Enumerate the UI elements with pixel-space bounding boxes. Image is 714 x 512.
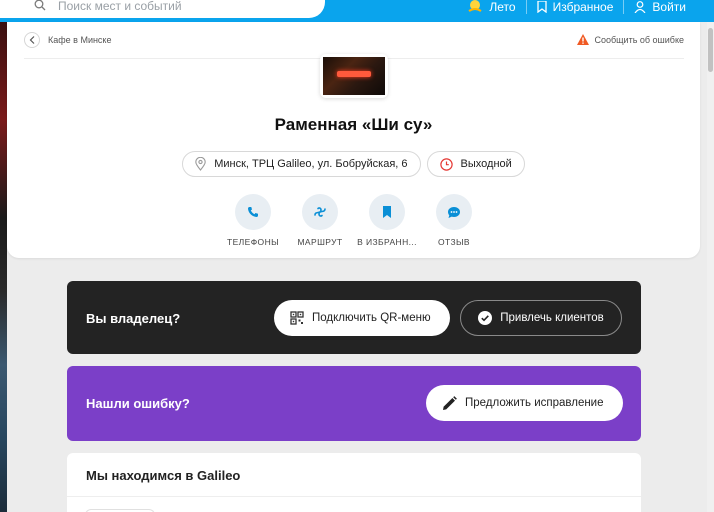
bookmark-icon: [383, 206, 391, 218]
qr-code-icon: [290, 311, 304, 325]
user-icon: [634, 1, 646, 13]
nav-login[interactable]: Войти: [623, 0, 696, 14]
connect-qr-menu-button[interactable]: Подключить QR-меню: [274, 300, 450, 336]
search-icon: [34, 0, 46, 11]
top-header-bar: Поиск мест и событий Лето Избранное Войт…: [0, 0, 714, 22]
header-nav: Лето Избранное Войти: [457, 0, 696, 14]
breadcrumb-link[interactable]: Кафе в Минске: [48, 35, 111, 45]
connect-qr-menu-label: Подключить QR-меню: [312, 312, 431, 324]
phone-icon: [248, 207, 258, 217]
route-action[interactable]: МАРШРУТ: [297, 194, 343, 247]
review-action[interactable]: ОТЗЫВ: [434, 194, 475, 247]
quick-actions: ТЕЛЕФОНЫ МАРШРУТ В ИЗБРАНН... ОТЗЫВ: [7, 194, 700, 247]
report-error-label: Сообщить об ошибке: [594, 34, 684, 45]
nav-login-label: Войти: [652, 0, 686, 14]
logo-image: [323, 57, 385, 95]
warning-icon: [577, 34, 590, 45]
clock-icon: [439, 157, 453, 171]
search-box[interactable]: Поиск мест и событий: [0, 0, 325, 18]
status-text: Выходной: [460, 158, 512, 170]
divider: [67, 496, 641, 497]
check-circle-icon: [478, 311, 493, 325]
address-text: Минск, ТРЦ Galileo, ул. Бобруйская, 6: [214, 158, 408, 170]
background-photo-strip: [0, 22, 7, 512]
attract-clients-label: Привлечь клиентов: [500, 312, 604, 324]
error-question: Нашли ошибку?: [86, 396, 190, 411]
report-error-link[interactable]: Сообщить об ошибке: [577, 34, 684, 45]
favorites-action[interactable]: В ИЗБРАНН...: [357, 194, 417, 247]
scrollbar[interactable]: [707, 22, 714, 512]
chevron-left-icon: [29, 36, 35, 44]
nav-summer-label: Лето: [489, 0, 516, 14]
scrollbar-thumb[interactable]: [708, 28, 713, 72]
suggest-fix-label: Предложить исправление: [465, 397, 604, 409]
comment-icon: [448, 206, 460, 218]
attract-clients-button[interactable]: Привлечь клиентов: [460, 300, 622, 336]
phones-label: ТЕЛЕФОНЫ: [226, 237, 280, 247]
back-button[interactable]: [24, 32, 40, 48]
info-chips: Минск, ТРЦ Galileo, ул. Бобруйская, 6 Вы…: [7, 151, 700, 177]
location-pin-icon: [195, 157, 206, 171]
place-logo: [320, 54, 388, 98]
pencil-icon: [443, 395, 457, 410]
route-icon: [314, 207, 326, 217]
breadcrumb[interactable]: Кафе в Минске: [24, 32, 111, 48]
owner-question: Вы владелец?: [86, 311, 181, 326]
sun-icon: [468, 0, 482, 12]
favorites-label: В ИЗБРАНН...: [357, 237, 417, 247]
search-input[interactable]: Поиск мест и событий: [58, 0, 182, 13]
place-card: Кафе в Минске Сообщить об ошибке Раменна…: [7, 22, 700, 258]
nav-favorites[interactable]: Избранное: [525, 0, 624, 14]
status-chip[interactable]: Выходной: [426, 151, 525, 177]
location-heading: Мы находимся в Galileo: [86, 468, 241, 483]
location-section: Мы находимся в Galileo: [67, 453, 641, 512]
review-label: ОТЗЫВ: [437, 237, 471, 247]
error-banner: Нашли ошибку? Предложить исправление: [67, 366, 641, 441]
owner-banner: Вы владелец? Подключить QR-меню Привлечь…: [67, 281, 641, 354]
page-title: Раменная «Ши су»: [274, 115, 433, 134]
route-label: МАРШРУТ: [297, 237, 343, 247]
phones-action[interactable]: ТЕЛЕФОНЫ: [227, 194, 279, 247]
nav-favorites-label: Избранное: [552, 0, 614, 14]
suggest-fix-button[interactable]: Предложить исправление: [426, 385, 623, 421]
nav-summer[interactable]: Лето: [457, 0, 525, 14]
address-chip[interactable]: Минск, ТРЦ Galileo, ул. Бобруйская, 6: [182, 151, 421, 177]
bookmark-icon: [536, 1, 547, 13]
